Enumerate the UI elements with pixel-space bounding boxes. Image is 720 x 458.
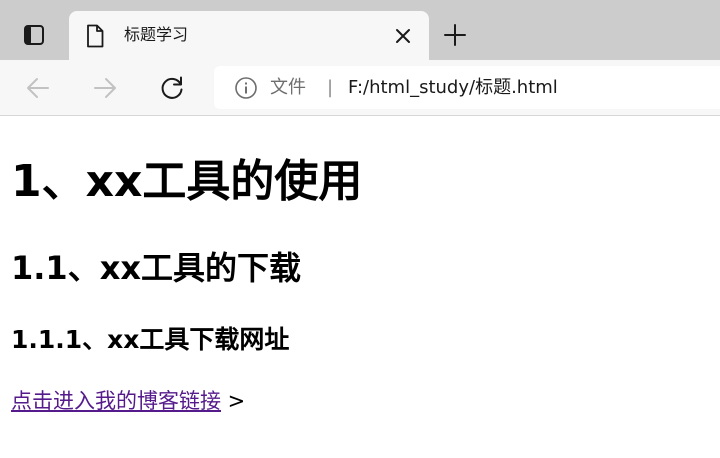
back-button[interactable] — [22, 72, 54, 104]
address-separator: | — [327, 77, 334, 98]
heading-level-3: 1.1.1、xx工具下载网址 — [11, 325, 290, 354]
tab-actions-button[interactable] — [14, 21, 54, 49]
address-bar[interactable]: 文件 | F:/html_study/标题.html — [214, 66, 720, 109]
close-icon — [396, 29, 410, 43]
reload-icon — [161, 76, 183, 99]
plus-icon — [444, 24, 466, 46]
navigation-toolbar: 文件 | F:/html_study/标题.html — [0, 60, 720, 115]
url-text[interactable]: F:/html_study/标题.html — [348, 76, 558, 100]
link-paragraph: 点击进入我的博客链接 > — [11, 385, 245, 417]
info-icon[interactable] — [234, 76, 258, 100]
active-tab[interactable]: 标题学习 — [69, 11, 429, 60]
arrow-left-icon — [27, 78, 49, 98]
new-tab-button[interactable] — [440, 21, 470, 49]
page-content: 1、xx工具的使用 1.1、xx工具的下载 1.1.1、xx工具下载网址 点击进… — [0, 116, 720, 458]
tab-actions-icon — [24, 25, 44, 45]
tab-close-button[interactable] — [391, 24, 415, 48]
heading-level-1: 1、xx工具的使用 — [11, 156, 363, 207]
blog-link[interactable]: 点击进入我的博客链接 — [11, 389, 221, 413]
browser-window: 标题学习 文件 | F:/html_study/标题.html 1、xx工具的使… — [0, 0, 720, 458]
link-suffix: > — [221, 389, 246, 413]
arrow-right-icon — [94, 78, 116, 98]
origin-label: 文件 — [270, 77, 306, 98]
document-icon — [87, 24, 104, 48]
forward-button[interactable] — [89, 72, 121, 104]
heading-level-2: 1.1、xx工具的下载 — [11, 249, 301, 287]
tab-strip: 标题学习 — [0, 0, 720, 60]
reload-button[interactable] — [156, 72, 188, 104]
tab-title: 标题学习 — [124, 25, 189, 44]
